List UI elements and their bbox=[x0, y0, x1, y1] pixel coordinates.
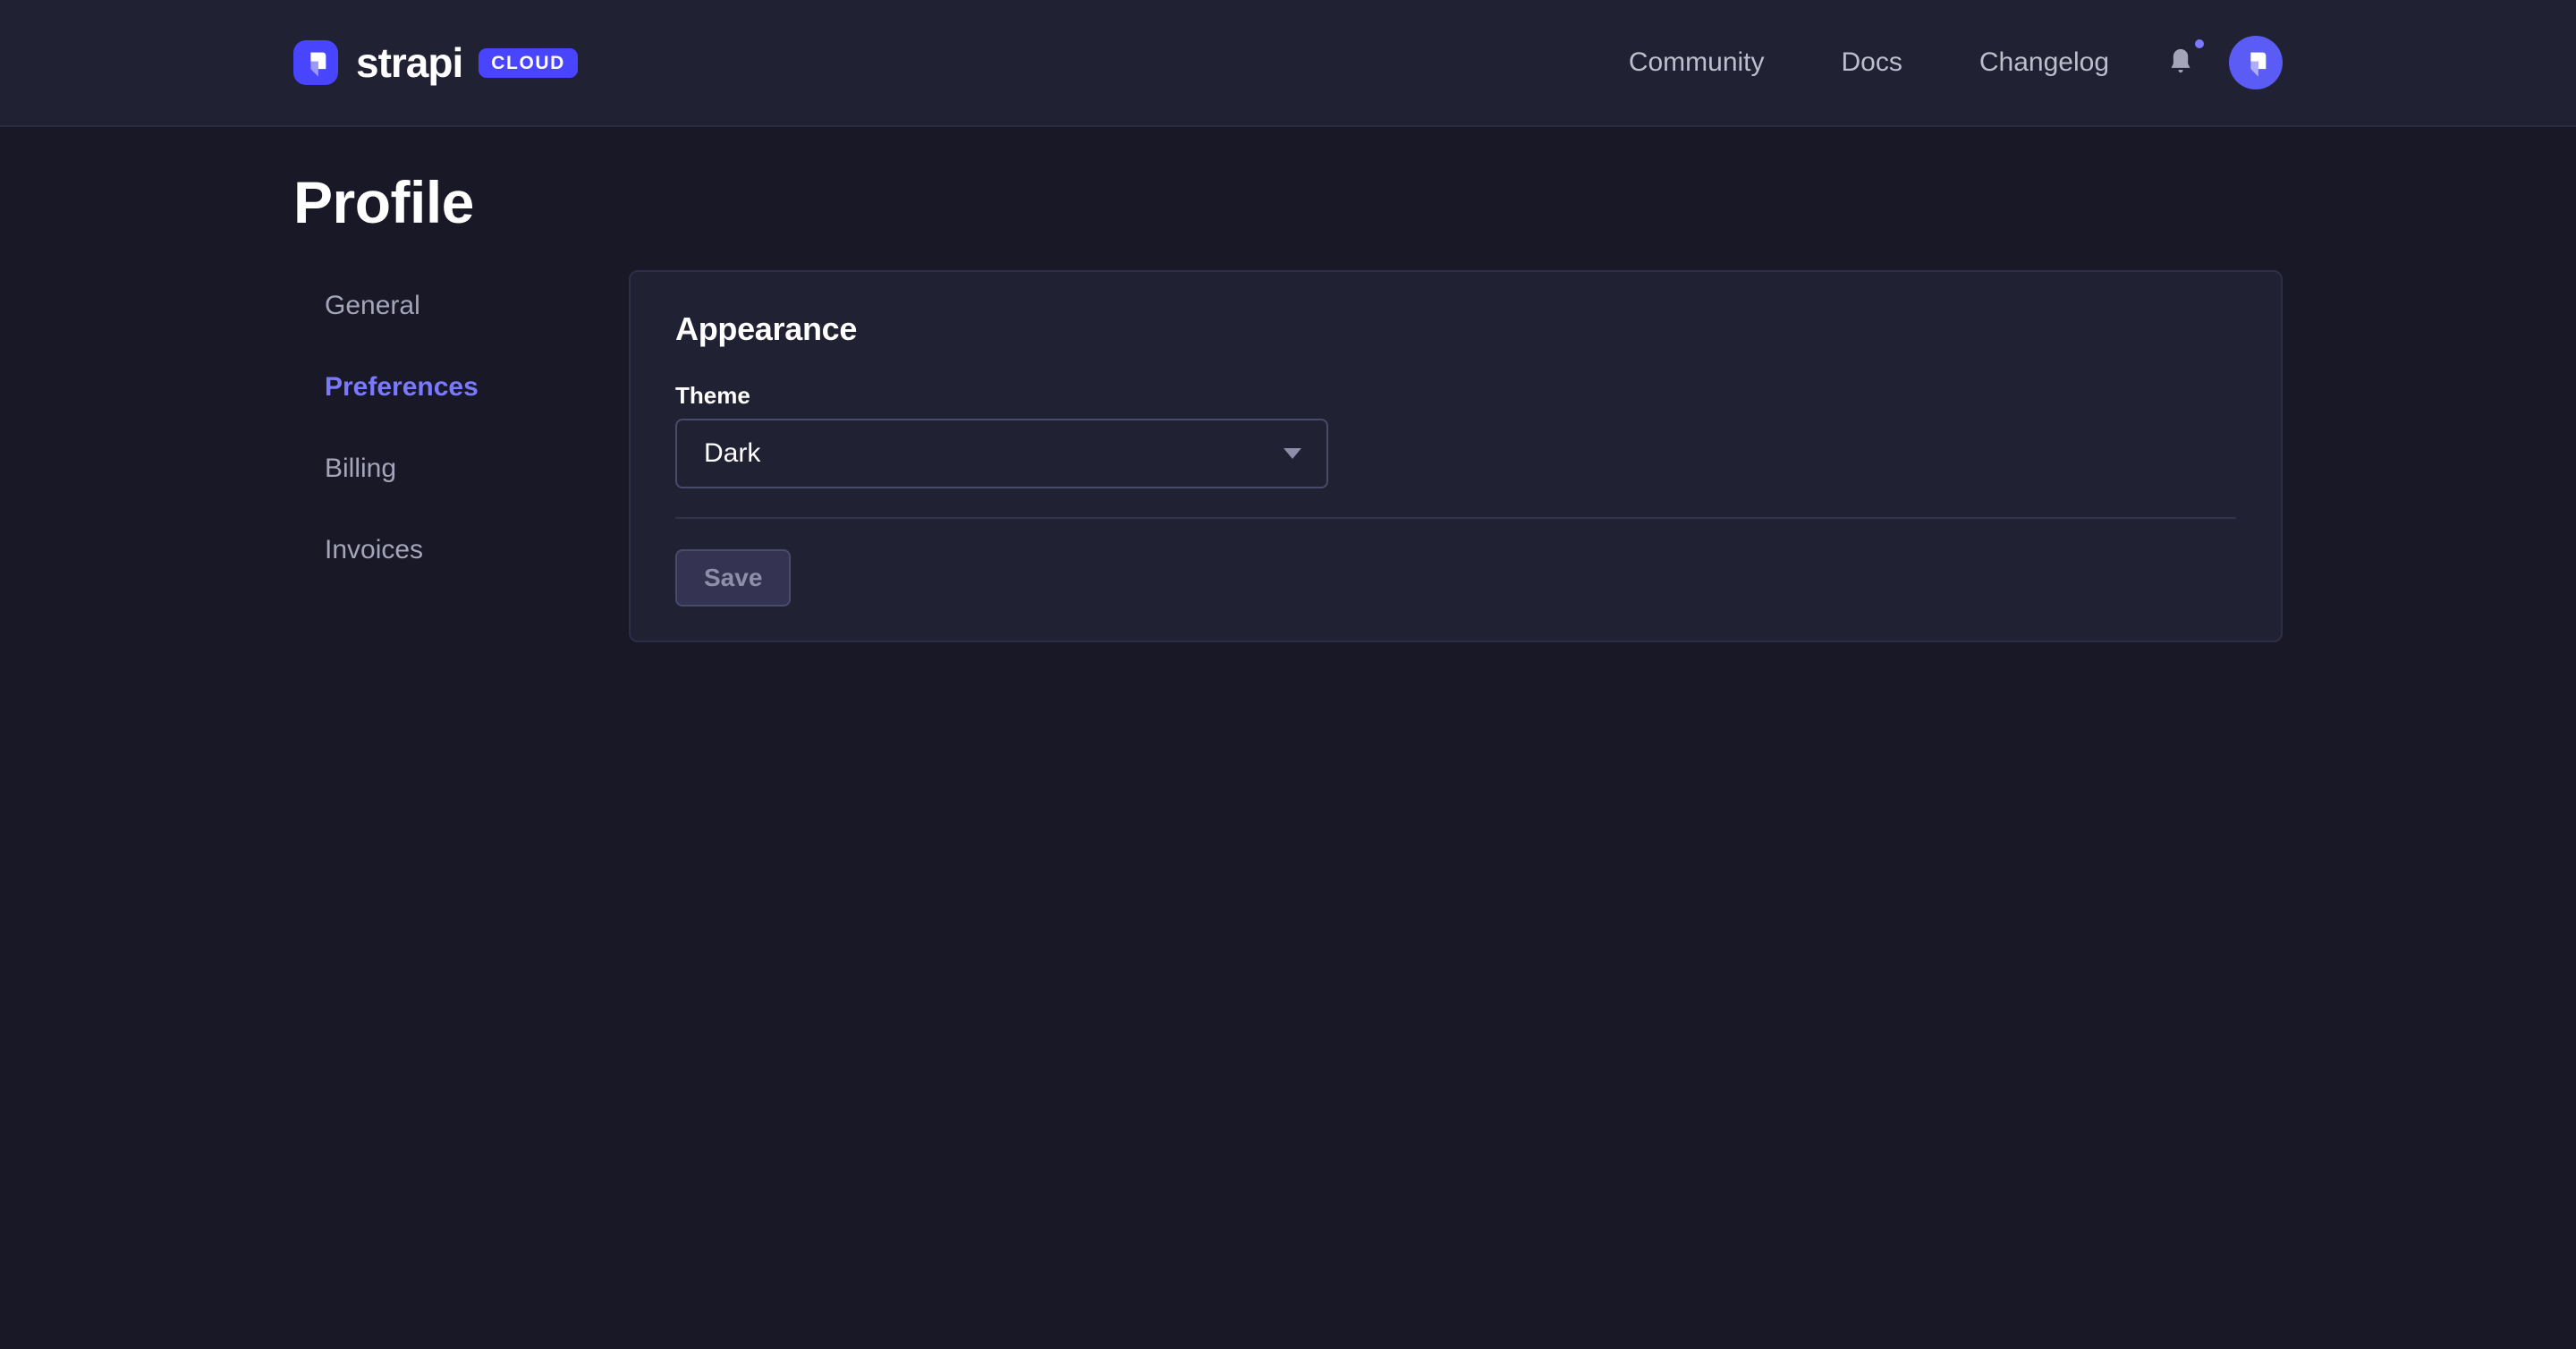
sidebar-item-preferences[interactable]: Preferences bbox=[325, 371, 629, 403]
top-navbar: strapi CLOUD Community Docs Changelog bbox=[0, 0, 2576, 127]
sidebar-item-billing[interactable]: Billing bbox=[325, 453, 629, 485]
strapi-logo-icon bbox=[293, 40, 338, 85]
appearance-card-title: Appearance bbox=[675, 310, 2236, 349]
strapi-wordmark: strapi bbox=[356, 42, 462, 83]
theme-select[interactable]: Dark bbox=[675, 419, 1328, 488]
strapi-avatar-icon bbox=[2241, 47, 2271, 78]
profile-page: Profile General Preferences Billing Invo… bbox=[293, 127, 2283, 642]
theme-label: Theme bbox=[675, 381, 2236, 410]
chevron-down-icon bbox=[1284, 448, 1301, 459]
appearance-card: Appearance Theme Dark Save bbox=[629, 270, 2283, 642]
nav-link-docs[interactable]: Docs bbox=[1842, 49, 1902, 76]
card-divider bbox=[675, 517, 2236, 519]
cloud-badge: CLOUD bbox=[479, 48, 578, 78]
notifications-button[interactable] bbox=[2168, 47, 2193, 79]
save-button[interactable]: Save bbox=[675, 549, 791, 607]
sidebar-item-invoices[interactable]: Invoices bbox=[325, 534, 629, 566]
notification-dot bbox=[2195, 39, 2204, 48]
user-avatar[interactable] bbox=[2229, 36, 2283, 89]
page-title: Profile bbox=[293, 168, 2283, 236]
navbar-links: Community Docs Changelog bbox=[1629, 49, 2109, 76]
profile-sidebar: General Preferences Billing Invoices bbox=[293, 270, 629, 566]
strapi-cloud-logo[interactable]: strapi CLOUD bbox=[293, 40, 578, 85]
nav-link-changelog[interactable]: Changelog bbox=[1979, 49, 2109, 76]
theme-select-value: Dark bbox=[704, 440, 760, 467]
bell-icon bbox=[2168, 47, 2193, 79]
nav-link-community[interactable]: Community bbox=[1629, 49, 1765, 76]
sidebar-item-general[interactable]: General bbox=[325, 290, 629, 322]
